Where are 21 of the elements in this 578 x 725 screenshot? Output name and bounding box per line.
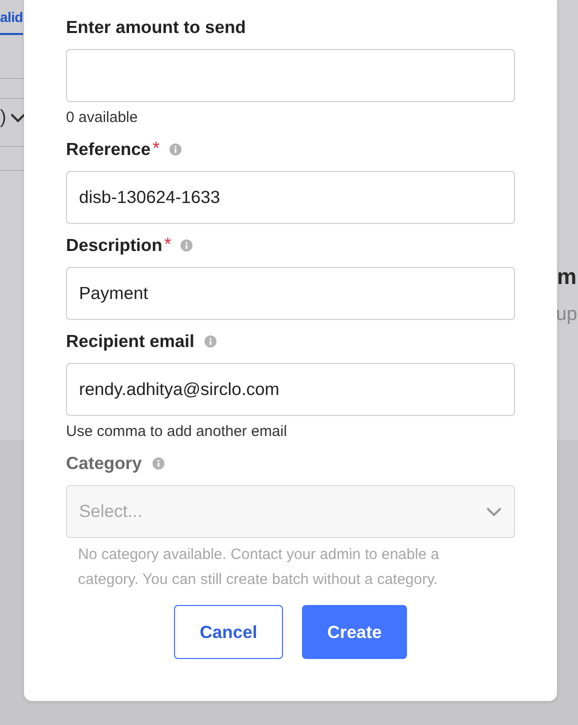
- helper-text: 0 available: [66, 108, 139, 128]
- create-button[interactable]: Create: [302, 605, 407, 659]
- chevron-down-icon: [486, 506, 502, 516]
- field-label: Category: [66, 452, 142, 474]
- text-field[interactable]: rendy.adhitya@sirclo.com: [66, 363, 515, 416]
- text-field[interactable]: disb-130624-1633: [66, 171, 515, 224]
- required-asterisk: *: [152, 138, 160, 159]
- field-label: Reference: [66, 138, 151, 160]
- text-field[interactable]: Payment: [66, 267, 515, 320]
- text-field[interactable]: [66, 49, 515, 102]
- cancel-button[interactable]: Cancel: [174, 605, 283, 659]
- field-label: Enter amount to send: [66, 16, 246, 38]
- field-label: Description: [66, 234, 162, 256]
- helper-text: Use comma to add another email: [66, 422, 288, 442]
- helper-text: No category available. Contact your admin to enable a category. You can still create batch without a category.: [77, 545, 440, 590]
- page-subheading: up: [556, 304, 578, 326]
- required-asterisk: *: [164, 234, 172, 255]
- chevron-down-icon: [10, 113, 26, 123]
- dropdown-value: ): [0, 107, 6, 129]
- page-heading: m: [557, 264, 577, 290]
- field-label: Recipient email: [66, 330, 194, 352]
